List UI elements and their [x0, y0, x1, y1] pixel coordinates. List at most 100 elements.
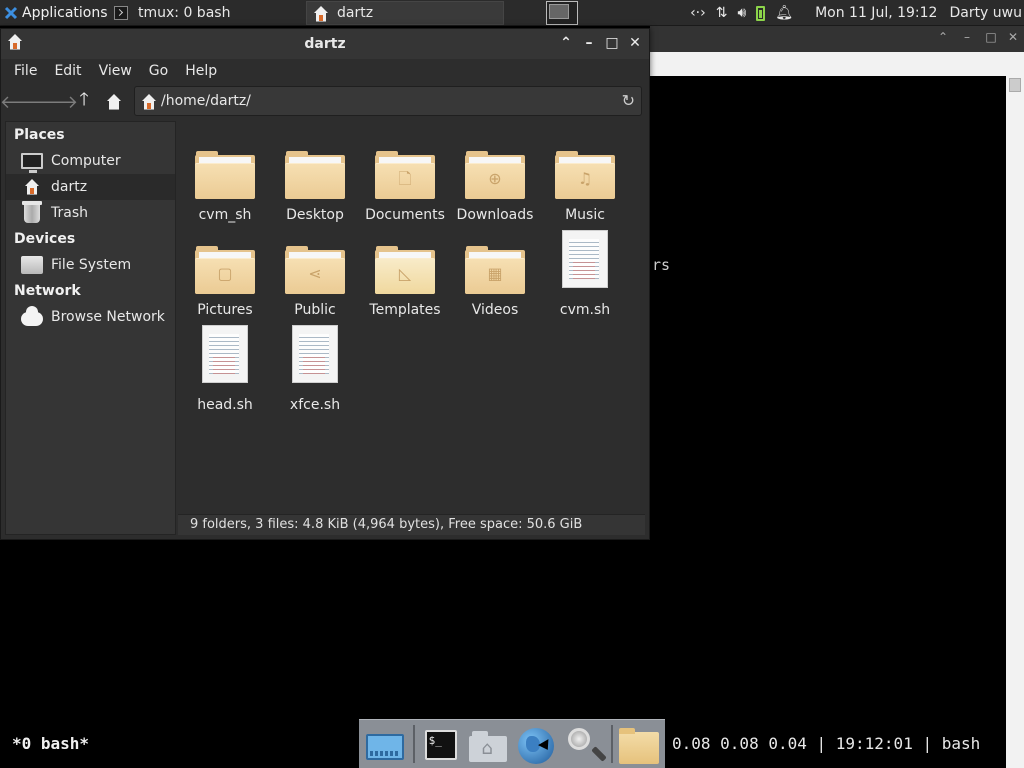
file-name: cvm_sh — [198, 207, 252, 223]
folder-item[interactable]: ♫ Music — [540, 133, 630, 223]
terminal-scrollbar[interactable] — [1006, 76, 1024, 768]
file-item[interactable]: xfce.sh — [270, 323, 360, 413]
taskbar-item-tmux[interactable]: tmux: 0 bash — [108, 1, 306, 25]
terminal-text: rs — [652, 256, 671, 274]
minimize-button[interactable]: – — [580, 34, 598, 52]
file-name: xfce.sh — [289, 397, 341, 413]
close-button[interactable]: ✕ — [626, 34, 644, 52]
parent-folder-button[interactable]: 🡑 — [69, 87, 99, 117]
terminal-maximize-button[interactable]: □ — [984, 30, 998, 44]
file-grid[interactable]: cvm_sh Desktop 🗋 Documents ⊕ Downloads ♫… — [178, 121, 645, 514]
forward-button[interactable]: 🡒 — [30, 87, 78, 117]
folder-icon — [195, 151, 255, 199]
folder-item[interactable]: ⊕ Downloads — [450, 133, 540, 223]
system-tray: ‹·› ⇅ 🔊︎ 🔔︎ Mon 11 Jul, 19:12 Darty uwu — [680, 0, 1024, 26]
script-file-icon — [202, 325, 248, 383]
folder-item[interactable]: cvm_sh — [180, 133, 270, 223]
terminal-close-button[interactable]: ✕ — [1006, 30, 1020, 44]
updown-icon[interactable]: ⇅ — [716, 5, 728, 21]
terminal-minimize-icon[interactable]: ⌃ — [936, 30, 950, 44]
sidebar-item-trash[interactable]: Trash — [6, 200, 175, 226]
terminal-launcher[interactable]: $_ — [419, 722, 463, 766]
folder-icon — [285, 151, 345, 199]
shade-button[interactable]: ⌃ — [557, 34, 575, 52]
reload-icon[interactable]: ↻ — [622, 91, 635, 110]
folder-item[interactable]: ▢ Pictures — [180, 228, 270, 318]
maximize-button[interactable]: □ — [603, 34, 621, 52]
search-launcher[interactable] — [562, 722, 606, 766]
applications-menu-button[interactable]: Applications — [0, 0, 108, 26]
location-bar[interactable]: /home/dartz/ ↻ — [134, 86, 642, 116]
taskbar-item-label: dartz — [337, 4, 374, 21]
sidebar: Places Computer dartz Trash Devices File… — [5, 121, 176, 535]
taskbar-item-dartz[interactable]: dartz — [306, 0, 504, 25]
script-file-icon — [292, 325, 338, 383]
home-icon — [106, 94, 122, 110]
home-button[interactable] — [99, 87, 129, 117]
folder-item[interactable]: 🗋 Documents — [360, 133, 450, 223]
file-manager-window[interactable]: dartz ⌃ – □ ✕ File Edit View Go Help 🡐 🡒… — [0, 28, 650, 540]
music-folder-icon: ♫ — [555, 151, 615, 199]
terminal-minimize-button[interactable]: – — [960, 30, 974, 44]
folder-item[interactable]: ⋖ Public — [270, 228, 360, 318]
user-menu[interactable]: Darty uwu — [949, 5, 1022, 21]
volume-icon[interactable]: 🔊︎ — [737, 5, 746, 21]
home-folder-icon — [141, 94, 157, 114]
file-name: Videos — [471, 302, 519, 318]
sidebar-item-computer[interactable]: Computer — [6, 148, 175, 174]
sidebar-item-label: dartz — [51, 179, 88, 195]
home-folder-icon — [313, 5, 328, 22]
file-name: Templates — [369, 302, 441, 318]
show-desktop-button[interactable] — [363, 722, 407, 766]
menu-edit[interactable]: Edit — [54, 63, 81, 79]
documents-folder-icon: 🗋 — [375, 151, 435, 199]
tmux-window-label: *0 bash* — [12, 734, 90, 753]
scroll-thumb[interactable] — [1009, 78, 1021, 92]
sidebar-item-browse-network[interactable]: Browse Network — [6, 304, 175, 330]
desktop-icon — [366, 734, 404, 760]
templates-folder-icon: ◺ — [375, 246, 435, 294]
file-item[interactable]: head.sh — [180, 323, 270, 413]
sidebar-item-home[interactable]: dartz — [6, 174, 175, 200]
menu-file[interactable]: File — [14, 63, 37, 79]
file-manager-titlebar[interactable]: dartz ⌃ – □ ✕ — [1, 29, 649, 59]
menu-go[interactable]: Go — [149, 63, 168, 79]
top-panel: Applications tmux: 0 bash dartz ‹·› ⇅ 🔊︎… — [0, 0, 1024, 26]
search-icon — [567, 728, 590, 750]
cloud-icon — [21, 306, 43, 326]
workspace-switcher[interactable] — [546, 1, 578, 25]
battery-icon[interactable] — [756, 5, 766, 21]
folder-item[interactable]: Desktop — [270, 133, 360, 223]
xfce-logo-icon — [4, 6, 18, 20]
folder-item[interactable]: ▦ Videos — [450, 228, 540, 318]
taskbar-item-label: tmux: 0 bash — [138, 4, 231, 21]
toolbar: 🡐 🡒 🡑 /home/dartz/ ↻ — [0, 83, 649, 121]
workspace-window-preview — [549, 4, 569, 19]
clock[interactable]: Mon 11 Jul, 19:12 — [815, 5, 937, 21]
home-icon — [21, 177, 43, 197]
sidebar-heading-places: Places — [14, 127, 65, 143]
pictures-folder-icon: ▢ — [195, 246, 255, 294]
dock-separator — [611, 725, 614, 763]
home-folder-launcher[interactable] — [466, 722, 510, 766]
videos-folder-icon: ▦ — [465, 246, 525, 294]
location-path[interactable]: /home/dartz/ — [161, 93, 251, 109]
script-file-icon — [562, 230, 608, 288]
home-folder-icon — [469, 731, 508, 762]
drive-icon — [21, 256, 43, 274]
menubar: File Edit View Go Help — [1, 59, 649, 83]
file-manager-icon — [619, 728, 660, 764]
file-name: Documents — [365, 207, 445, 223]
folder-item[interactable]: ◺ Templates — [360, 228, 450, 318]
sidebar-item-filesystem[interactable]: File System — [6, 252, 175, 278]
file-item[interactable]: cvm.sh — [540, 228, 630, 318]
menu-help[interactable]: Help — [185, 63, 217, 79]
file-manager-launcher[interactable] — [617, 722, 661, 766]
status-bar: 9 folders, 3 files: 4.8 KiB (4,964 bytes… — [178, 514, 645, 535]
menu-view[interactable]: View — [99, 63, 132, 79]
bell-icon[interactable]: 🔔︎ — [775, 5, 793, 21]
file-name: cvm.sh — [559, 302, 611, 318]
terminal-titlebar[interactable]: ⌃ – □ ✕ — [650, 26, 1024, 52]
network-icon[interactable]: ‹·› — [690, 5, 706, 21]
terminal-icon — [114, 5, 128, 20]
